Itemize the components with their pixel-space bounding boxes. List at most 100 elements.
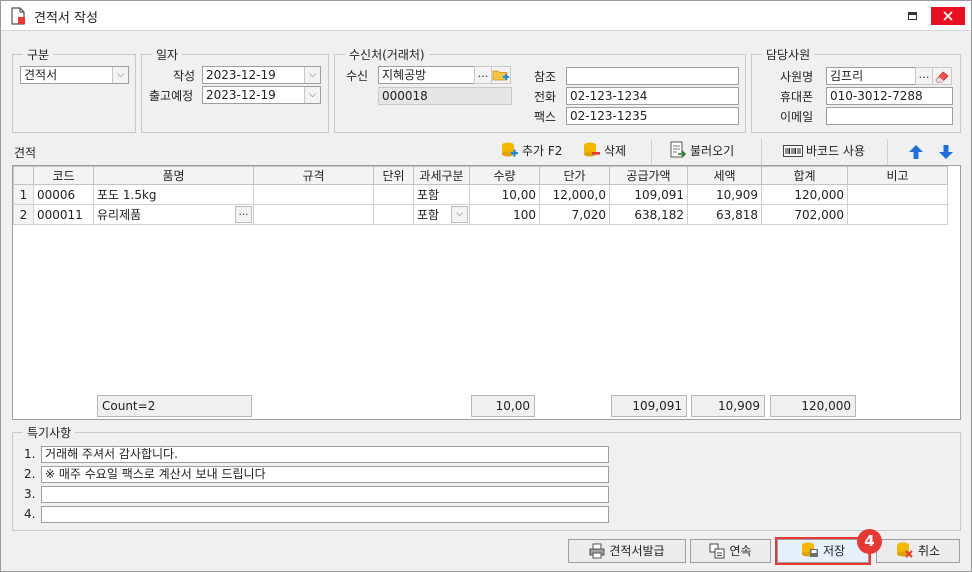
barcode-button[interactable]: 바코드 사용 xyxy=(783,141,865,163)
cell-qty[interactable]: 10,00 xyxy=(469,184,540,205)
cell-spec[interactable] xyxy=(253,184,374,205)
recipient-lookup-button[interactable]: … xyxy=(474,66,492,84)
cell-item-name[interactable]: 포도 1.5kg xyxy=(93,184,254,205)
issue-quote-button[interactable]: 견적서발급 xyxy=(568,539,686,563)
staff-lookup-button[interactable]: … xyxy=(915,67,933,85)
table-row[interactable]: 1 00006 포도 1.5kg 포함 10,00 12,000,0 109,0… xyxy=(13,184,948,205)
cancel-db-icon xyxy=(896,542,913,558)
cell-tax[interactable]: 63,818 xyxy=(687,204,762,225)
col-header-qty[interactable]: 수량 xyxy=(469,166,540,185)
cell-item-name[interactable]: 유리제품 … xyxy=(93,204,254,225)
col-header-tax[interactable]: 세액 xyxy=(687,166,762,185)
fax-value: 02-123-1235 xyxy=(570,109,648,123)
note-field[interactable]: 거래해 주셔서 감사합니다. xyxy=(41,446,609,463)
folder-add-icon xyxy=(492,70,509,81)
chevron-down-icon[interactable]: ⌵ xyxy=(112,67,128,83)
date-legend: 일자 xyxy=(156,48,179,62)
cell-total[interactable]: 702,000 xyxy=(761,204,848,225)
cell-code[interactable]: 00006 xyxy=(33,184,94,205)
cell-note[interactable] xyxy=(847,204,948,225)
chevron-down-icon[interactable]: ⌵ xyxy=(451,206,468,223)
ship-date-value: 2023-12-19 xyxy=(206,88,276,102)
phone-field[interactable]: 02-123-1234 xyxy=(566,87,739,105)
cell-supply[interactable]: 109,091 xyxy=(609,184,688,205)
quote-items-grid: 코드 품명 규격 단위 과세구분 수량 단가 공급가액 세액 합계 비고 1 0… xyxy=(12,165,961,420)
save-button[interactable]: 저장 xyxy=(775,537,871,565)
col-header-unit[interactable]: 단위 xyxy=(373,166,414,185)
footer-total: 120,000 xyxy=(770,395,856,417)
footer-count: Count=2 xyxy=(97,395,252,417)
row-number: 2 xyxy=(13,204,34,225)
notes-legend: 특기사항 xyxy=(27,426,72,440)
cell-qty[interactable]: 100 xyxy=(469,204,540,225)
col-header-note[interactable]: 비고 xyxy=(847,166,948,185)
cell-unit[interactable] xyxy=(373,184,414,205)
note-field[interactable] xyxy=(41,506,609,523)
clear-staff-button[interactable] xyxy=(932,67,952,85)
cell-tax-type[interactable]: 포함 xyxy=(413,184,470,205)
col-header-spec[interactable]: 규격 xyxy=(253,166,374,185)
close-button[interactable] xyxy=(931,7,965,25)
col-header-code[interactable]: 코드 xyxy=(33,166,94,185)
cell-supply[interactable]: 638,182 xyxy=(609,204,688,225)
recipient-field[interactable]: 지혜공방 xyxy=(378,66,475,84)
type-legend: 구분 xyxy=(27,48,50,62)
cell-unit-price[interactable]: 12,000,0 xyxy=(539,184,610,205)
col-header-total[interactable]: 합계 xyxy=(761,166,848,185)
add-db-icon xyxy=(502,142,518,157)
items-table: 코드 품명 규격 단위 과세구분 수량 단가 공급가액 세액 합계 비고 1 0… xyxy=(13,166,948,225)
table-row[interactable]: 2 000011 유리제품 … 포함 ⌵ 100 7,020 638,182 6… xyxy=(13,204,948,225)
phone-label: 전화 xyxy=(534,90,557,104)
col-header-unit-price[interactable]: 단가 xyxy=(539,166,610,185)
note-number: 1. xyxy=(24,447,36,461)
created-date-field[interactable]: 2023-12-19 ⌵ xyxy=(202,66,321,84)
add-client-button[interactable] xyxy=(491,66,511,84)
staff-name-value: 김프리 xyxy=(830,69,864,83)
load-button[interactable]: 불러오기 xyxy=(669,141,734,163)
item-lookup-button[interactable]: … xyxy=(235,206,252,223)
staff-name-field[interactable]: 김프리 xyxy=(826,67,916,85)
move-down-icon[interactable] xyxy=(937,143,955,161)
note-field[interactable] xyxy=(41,486,609,503)
document-icon xyxy=(11,7,25,25)
delete-row-button[interactable]: 삭제 xyxy=(583,141,626,163)
col-header-tax-type[interactable]: 과세구분 xyxy=(413,166,470,185)
ship-date-field[interactable]: 2023-12-19 ⌵ xyxy=(202,86,321,104)
load-label: 불러오기 xyxy=(690,144,735,158)
cell-code[interactable]: 000011 xyxy=(33,204,94,225)
table-header-row: 코드 품명 규격 단위 과세구분 수량 단가 공급가액 세액 합계 비고 xyxy=(13,166,948,185)
save-db-icon xyxy=(801,542,818,557)
fax-field[interactable]: 02-123-1235 xyxy=(566,107,739,125)
issue-quote-label: 견적서발급 xyxy=(609,544,665,558)
note-field[interactable]: ※ 매주 수요일 팩스로 계산서 보내 드립니다 xyxy=(41,466,609,483)
col-header-item-name[interactable]: 품명 xyxy=(93,166,254,185)
cell-unit[interactable] xyxy=(373,204,414,225)
move-up-icon[interactable] xyxy=(907,143,925,161)
chevron-down-icon[interactable]: ⌵ xyxy=(304,67,320,83)
cell-note[interactable] xyxy=(847,184,948,205)
type-select[interactable]: 견적서 ⌵ xyxy=(20,66,129,84)
add-row-button[interactable]: 추가 F2 xyxy=(501,141,562,163)
section-label: 견적 xyxy=(14,146,37,160)
eraser-icon xyxy=(935,71,949,83)
delete-row-label: 삭제 xyxy=(604,144,627,158)
col-header-supply[interactable]: 공급가액 xyxy=(609,166,688,185)
cell-spec[interactable] xyxy=(253,204,374,225)
toolbar-separator xyxy=(651,139,652,165)
cell-tax-type[interactable]: 포함 ⌵ xyxy=(413,204,470,225)
reference-field[interactable] xyxy=(566,67,739,85)
cell-unit-price[interactable]: 7,020 xyxy=(539,204,610,225)
continuous-button[interactable]: 연속 xyxy=(690,539,771,563)
ship-date-label: 출고예정 xyxy=(149,89,194,103)
footer-supply: 109,091 xyxy=(611,395,687,417)
chevron-down-icon[interactable]: ⌵ xyxy=(304,87,320,103)
cell-total[interactable]: 120,000 xyxy=(761,184,848,205)
title-bar: 견적서 작성 xyxy=(1,1,971,31)
cancel-button[interactable]: 취소 xyxy=(876,539,960,563)
mobile-field[interactable]: 010-3012-7288 xyxy=(826,87,953,105)
save-label: 저장 xyxy=(822,544,846,558)
email-field[interactable] xyxy=(826,107,953,125)
barcode-icon xyxy=(783,145,803,157)
maximize-button[interactable] xyxy=(897,7,927,25)
cell-tax[interactable]: 10,909 xyxy=(687,184,762,205)
